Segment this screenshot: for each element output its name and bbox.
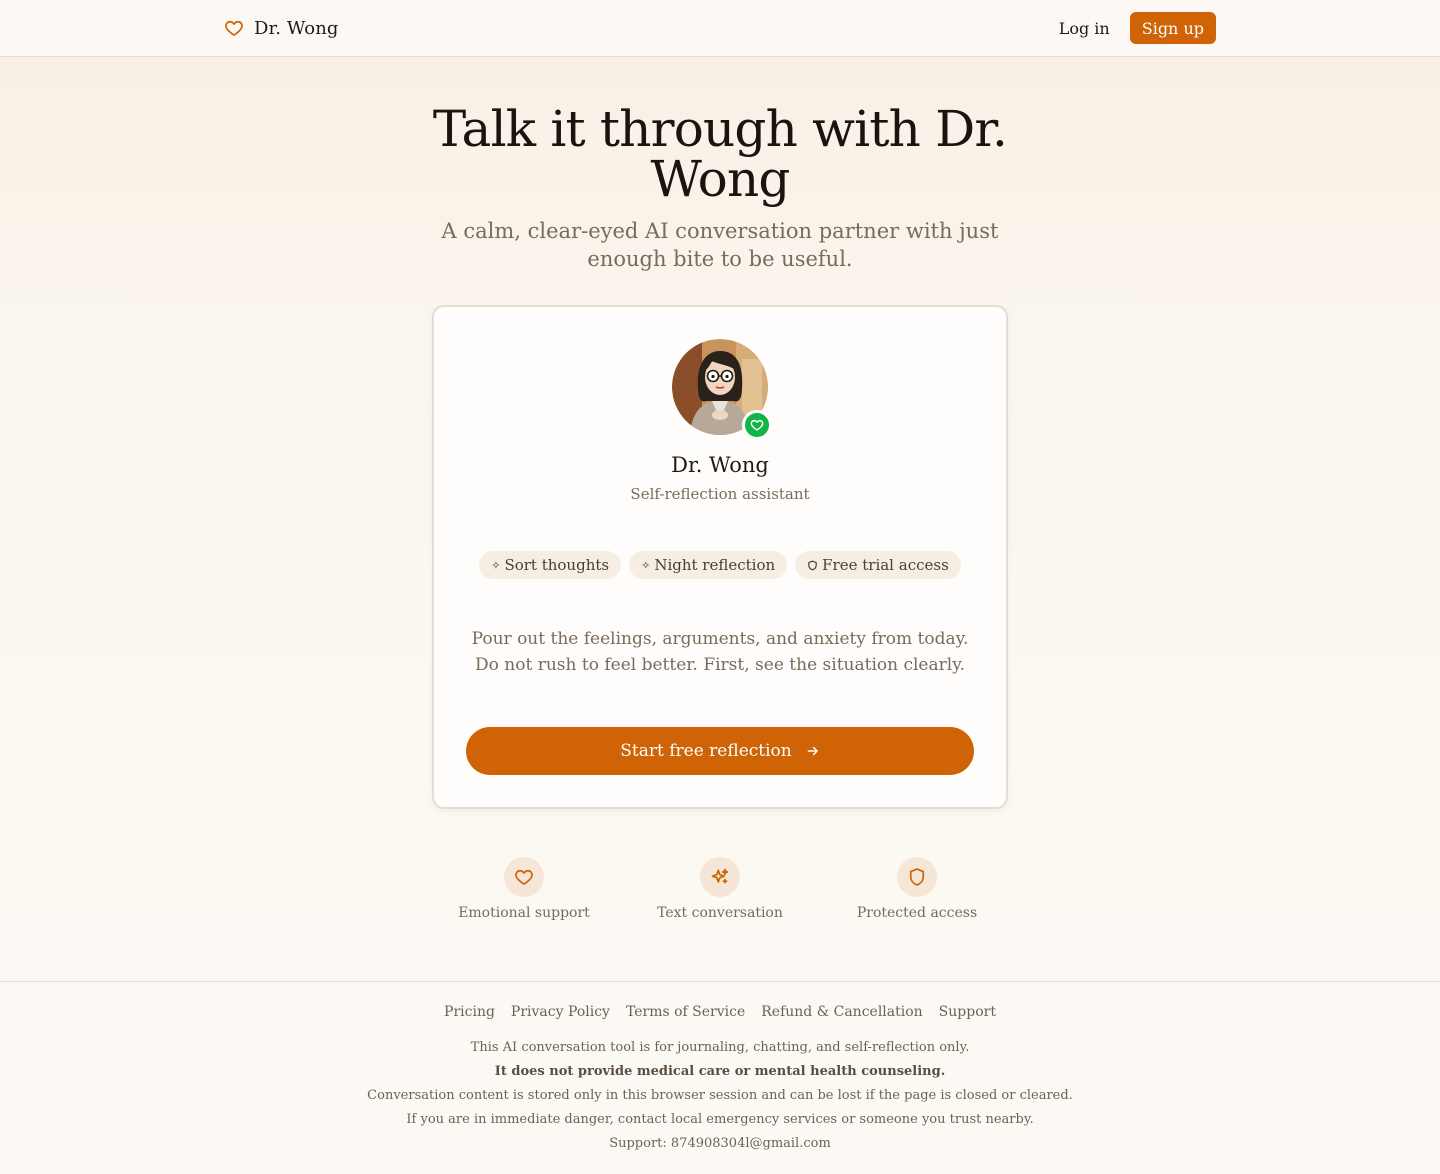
online-badge [742, 410, 772, 440]
shield-icon [909, 868, 925, 886]
footer: Pricing Privacy Policy Terms of Service … [0, 981, 1440, 1174]
chip-label: Free trial access [822, 556, 949, 574]
disclaimer-line: If you are in immediate danger, contact … [406, 1112, 1034, 1127]
arrow-right-icon [807, 746, 818, 756]
heart-icon [750, 419, 764, 431]
shield-icon [808, 560, 817, 570]
footer-link-terms[interactable]: Terms of Service [626, 1004, 745, 1020]
chip-label: Sort thoughts [504, 556, 610, 574]
page-title: Talk it through with Dr. Wong [432, 100, 1008, 208]
support-email[interactable]: Support: 874908304l@gmail.com [0, 1132, 1440, 1156]
assistant-role: Self-reflection assistant [630, 485, 810, 503]
heart-icon [515, 869, 533, 885]
feature-highlights: Emotional support Text conversation Prot… [424, 857, 1016, 927]
disclaimer-line: It does not provide medical care or ment… [494, 1064, 946, 1079]
feature-icon-circle [504, 857, 544, 897]
description-line: Pour out the feelings, arguments, and an… [471, 629, 969, 649]
feature-text-conversation: Text conversation [620, 857, 820, 921]
sparkle-icon: ✧ [491, 558, 501, 572]
chip-label: Night reflection [654, 556, 776, 574]
description-line: Do not rush to feel better. First, see t… [475, 655, 965, 675]
feature-emotional-support: Emotional support [424, 857, 624, 921]
assistant-name: Dr. Wong [671, 453, 769, 477]
start-reflection-label: Start free reflection [620, 741, 792, 761]
sparkle-icon: ✧ [641, 558, 651, 572]
nav-actions: Log in Sign up [1059, 12, 1216, 44]
disclaimer-line: This AI conversation tool is for journal… [470, 1040, 970, 1055]
sparkles-icon [711, 868, 729, 884]
footer-link-support[interactable]: Support [939, 1004, 996, 1020]
brand-name: Dr. Wong [254, 17, 339, 39]
top-nav: Dr. Wong Log in Sign up [0, 0, 1440, 57]
chip-free-trial: Free trial access [795, 551, 961, 579]
heart-icon [225, 20, 243, 36]
footer-link-pricing[interactable]: Pricing [444, 1004, 495, 1020]
signup-button[interactable]: Sign up [1129, 12, 1216, 44]
footer-disclaimer: This AI conversation tool is for journal… [0, 1036, 1440, 1156]
card-description: Pour out the feelings, arguments, and an… [434, 626, 1006, 678]
brand-logo[interactable]: Dr. Wong [224, 16, 339, 40]
login-link[interactable]: Log in [1059, 19, 1110, 38]
footer-link-privacy[interactable]: Privacy Policy [511, 1004, 610, 1020]
feature-label: Emotional support [458, 905, 590, 921]
disclaimer-line: Conversation content is stored only in t… [367, 1088, 1073, 1103]
feature-label: Text conversation [657, 905, 783, 921]
page-subtitle: A calm, clear-eyed AI conversation partn… [441, 219, 999, 271]
footer-link-refund[interactable]: Refund & Cancellation [761, 1004, 922, 1020]
assistant-card: Dr. Wong Self-reflection assistant ✧ Sor… [432, 305, 1008, 809]
start-reflection-button[interactable]: Start free reflection [466, 727, 974, 775]
feature-chips: ✧ Sort thoughts ✧ Night reflection Free … [434, 551, 1006, 579]
feature-protected-access: Protected access [817, 857, 1017, 921]
chip-night-reflection: ✧ Night reflection [629, 551, 788, 579]
feature-icon-circle [700, 857, 740, 897]
chip-sort-thoughts: ✧ Sort thoughts [479, 551, 622, 579]
feature-label: Protected access [856, 905, 978, 921]
feature-icon-circle [897, 857, 937, 897]
footer-links: Pricing Privacy Policy Terms of Service … [0, 1004, 1440, 1020]
avatar-container [672, 339, 772, 440]
